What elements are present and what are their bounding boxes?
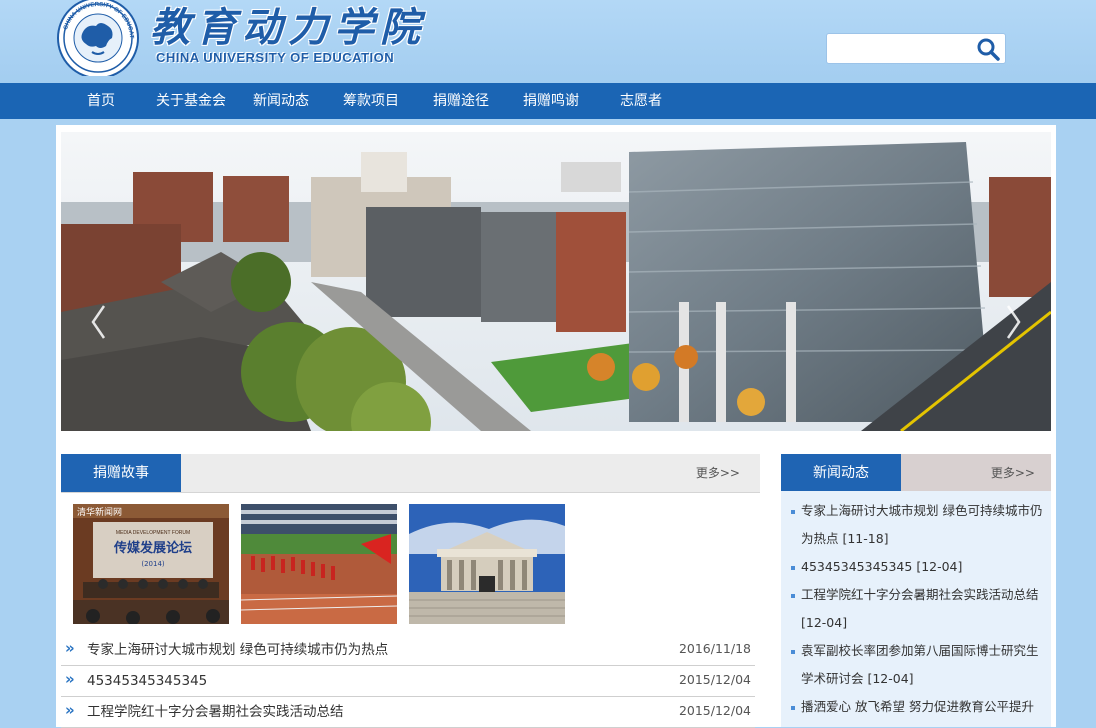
story-date: 2015/12/04 xyxy=(678,703,751,718)
double-chevron-right-icon: » xyxy=(65,639,75,657)
story-thumbnail-image xyxy=(409,504,565,624)
search-icon[interactable] xyxy=(975,37,1001,61)
nav-item-donate-ways[interactable]: 捐赠途径 xyxy=(433,83,489,119)
thumb-caption-sub: MEDIA DEVELOPMENT FORUM xyxy=(116,530,190,536)
nav-item-volunteer[interactable]: 志愿者 xyxy=(620,83,662,119)
story-date: 2015/12/04 xyxy=(678,672,751,687)
bullet-square-icon xyxy=(791,566,795,570)
search-box xyxy=(826,33,1006,64)
story-thumbnail-image: 清华新闻网 MEDIA DEVELOPMENT FORUM 传媒发展论坛 (20… xyxy=(73,504,229,624)
news-list-item[interactable]: 袁军副校长率团参加第八届国际博士研究生学术研讨会 [12-04] xyxy=(791,637,1043,693)
story-list-item[interactable]: » 专家上海研讨大城市规划 绿色可持续城市仍为热点 2016/11/18 xyxy=(61,635,755,666)
stories-more-link[interactable]: 更多>> xyxy=(696,454,740,492)
story-title[interactable]: 专家上海研讨大城市规划 绿色可持续城市仍为热点 xyxy=(87,635,388,665)
story-thumbnail-image xyxy=(241,504,397,624)
bullet-square-icon xyxy=(791,594,795,598)
chevron-right-icon[interactable] xyxy=(1003,302,1023,342)
site-header: CHINA UNIVERSITY OF EDUCATION 教育动力学院 CHI… xyxy=(0,0,1096,83)
search-input[interactable] xyxy=(833,38,975,61)
story-title[interactable]: 工程学院红十字分会暑期社会实践活动总结 xyxy=(87,697,344,727)
news-item-text[interactable]: 工程学院红十字分会暑期社会实践活动总结 [12-04] xyxy=(791,581,1043,637)
story-list-item[interactable]: » 45345345345345 2015/12/04 xyxy=(61,666,755,697)
news-item-text[interactable]: 播洒爱心 放飞希望 努力促进教育公平提升教 xyxy=(791,693,1043,727)
news-panel-title[interactable]: 新闻动态 xyxy=(781,454,901,492)
banner-slider[interactable] xyxy=(61,132,1051,431)
story-date: 2016/11/18 xyxy=(678,641,751,656)
main-nav: 首页 关于基金会 新闻动态 筹款项目 捐赠途径 捐赠鸣谢 志愿者 xyxy=(0,83,1096,119)
news-panel-header: 新闻动态 更多>> xyxy=(781,454,1051,492)
news-list: 专家上海研讨大城市规划 绿色可持续城市仍为热点 [11-18] 45345345… xyxy=(781,491,1051,727)
stories-panel-title[interactable]: 捐赠故事 xyxy=(61,454,181,492)
nav-item-about[interactable]: 关于基金会 xyxy=(156,83,226,119)
double-chevron-right-icon: » xyxy=(65,701,75,719)
site-title-en: CHINA UNIVERSITY OF EDUCATION xyxy=(156,50,395,65)
story-title[interactable]: 45345345345345 xyxy=(87,666,207,696)
story-thumb-library[interactable] xyxy=(409,504,565,624)
story-list-item[interactable]: » 工程学院红十字分会暑期社会实践活动总结 2015/12/04 xyxy=(61,697,755,728)
story-thumb-parade[interactable] xyxy=(241,504,397,624)
bullet-square-icon xyxy=(791,510,795,514)
stories-panel-header: 捐赠故事 更多>> xyxy=(61,454,760,493)
site-logo-text[interactable]: 教育动力学院 CHINA UNIVERSITY OF EDUCATION xyxy=(150,6,430,66)
main-content: 捐赠故事 更多>> 清华新闻网 MEDIA DEVELOPMENT FORUM … xyxy=(56,125,1056,728)
campus-banner-image xyxy=(61,132,1051,431)
news-item-text[interactable]: 专家上海研讨大城市规划 绿色可持续城市仍为热点 [11-18] xyxy=(791,497,1043,553)
thumb-caption-main: 传媒发展论坛 xyxy=(113,540,192,556)
nav-item-home[interactable]: 首页 xyxy=(87,83,115,119)
nav-item-news[interactable]: 新闻动态 xyxy=(253,83,309,119)
nav-item-projects[interactable]: 筹款项目 xyxy=(343,83,399,119)
bullet-square-icon xyxy=(791,650,795,654)
news-list-item[interactable]: 工程学院红十字分会暑期社会实践活动总结 [12-04] xyxy=(791,581,1043,637)
chevron-left-icon[interactable] xyxy=(89,302,109,342)
news-list-item[interactable]: 播洒爱心 放飞希望 努力促进教育公平提升教 xyxy=(791,693,1043,727)
site-title-cn: 教育动力学院 xyxy=(150,4,426,51)
nav-item-thanks[interactable]: 捐赠鸣谢 xyxy=(523,83,579,119)
news-more-link[interactable]: 更多>> xyxy=(991,454,1035,492)
news-list-item[interactable]: 45345345345345 [12-04] xyxy=(791,553,1043,581)
news-item-text[interactable]: 袁军副校长率团参加第八届国际博士研究生学术研讨会 [12-04] xyxy=(791,637,1043,693)
news-item-text[interactable]: 45345345345345 [12-04] xyxy=(791,553,1043,581)
bullet-square-icon xyxy=(791,706,795,710)
thumb-caption-top: 清华新闻网 xyxy=(77,506,122,518)
double-chevron-right-icon: » xyxy=(65,670,75,688)
story-thumb-forum[interactable]: 清华新闻网 MEDIA DEVELOPMENT FORUM 传媒发展论坛 (20… xyxy=(73,504,229,624)
news-list-item[interactable]: 专家上海研讨大城市规划 绿色可持续城市仍为热点 [11-18] xyxy=(791,497,1043,553)
university-seal-logo[interactable]: CHINA UNIVERSITY OF EDUCATION xyxy=(56,0,140,76)
thumb-caption-year: (2014) xyxy=(141,560,165,568)
